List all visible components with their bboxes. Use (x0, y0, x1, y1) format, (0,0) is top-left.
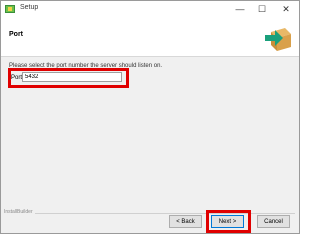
back-button[interactable]: < Back (169, 215, 202, 228)
minimize-button[interactable]: — (229, 1, 251, 18)
box-arrow-icon (265, 28, 291, 51)
maximize-button[interactable]: ☐ (251, 1, 273, 18)
title-bar: Setup — ☐ ✕ (1, 1, 299, 18)
footer-divider (35, 213, 295, 214)
page-title: Port (9, 31, 23, 38)
window-title: Setup (20, 4, 39, 11)
close-button[interactable]: ✕ (275, 1, 297, 18)
setup-window: Setup — ☐ ✕ Port Please select the port … (0, 0, 300, 234)
page-header: Port (1, 18, 299, 57)
cancel-button[interactable]: Cancel (257, 215, 290, 228)
port-highlight-box (8, 68, 129, 88)
app-icon (5, 5, 15, 13)
next-highlight-box (206, 210, 251, 233)
installbuilder-brand: InstallBuilder (4, 209, 33, 215)
